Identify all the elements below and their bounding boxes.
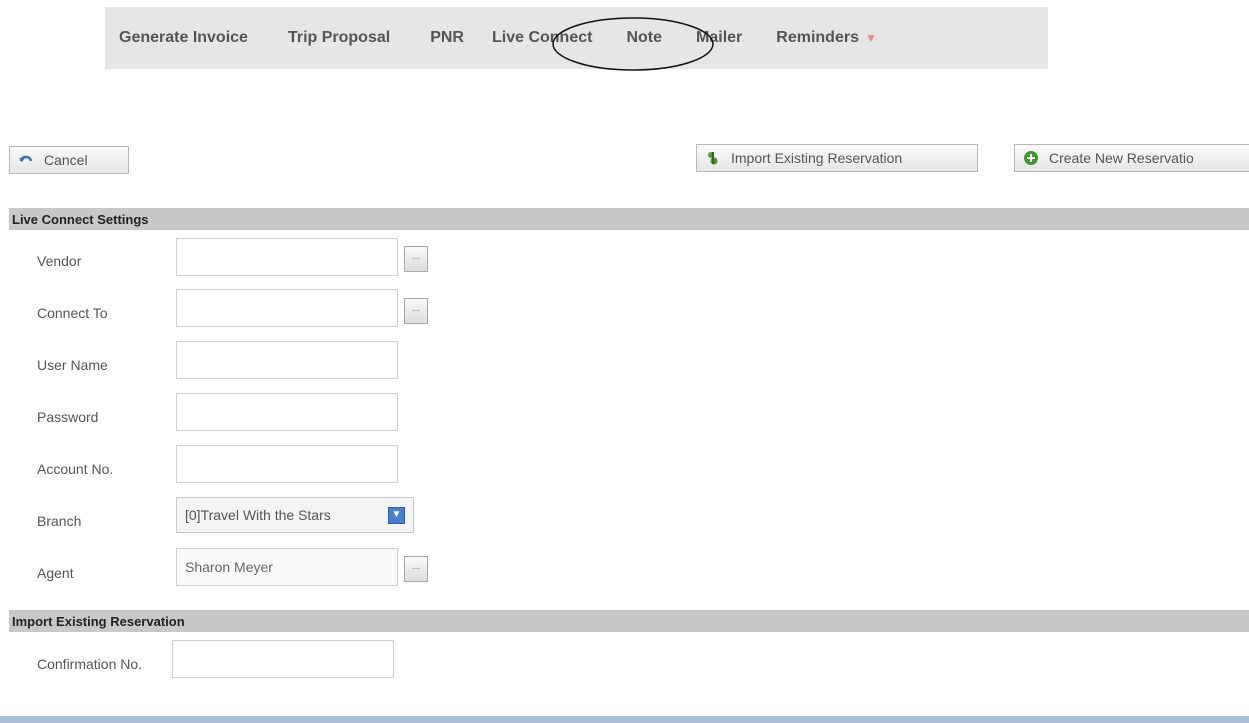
branch-selected-value: [0]Travel With the Stars [185, 507, 331, 523]
vendor-label: Vendor [37, 253, 82, 269]
confirmation-no-field[interactable] [172, 640, 394, 678]
tab-pnr[interactable]: PNR [404, 7, 478, 69]
add-circle-icon [1023, 150, 1039, 166]
password-label: Password [37, 409, 99, 425]
cancel-button[interactable]: Cancel [9, 146, 129, 174]
undo-icon [18, 152, 34, 168]
connect-to-label: Connect To [37, 305, 108, 321]
connect-to-field[interactable] [176, 289, 398, 327]
top-tab-bar: Generate Invoice Trip Proposal PNR Live … [105, 7, 1048, 69]
tab-note[interactable]: Note [606, 7, 676, 69]
branch-select[interactable]: [0]Travel With the Stars ▼ [176, 497, 414, 533]
chevron-down-icon: ▼ [864, 31, 877, 45]
import-icon [705, 150, 721, 166]
import-existing-reservation-header: Import Existing Reservation [9, 610, 1249, 632]
account-no-field[interactable] [176, 445, 398, 483]
agent-field[interactable] [176, 548, 398, 586]
branch-label: Branch [37, 513, 82, 529]
tab-generate-invoice[interactable]: Generate Invoice [105, 7, 262, 69]
create-new-reservation-button[interactable]: Create New Reservatio [1014, 144, 1249, 172]
tab-reminders-label: Reminders [776, 29, 859, 46]
tab-reminders[interactable]: Reminders ▼ [756, 7, 891, 69]
import-existing-reservation-button[interactable]: Import Existing Reservation [696, 144, 978, 172]
tab-mailer[interactable]: Mailer [676, 7, 756, 69]
create-button-label: Create New Reservatio [1049, 150, 1194, 166]
confirmation-no-label: Confirmation No. [37, 656, 143, 672]
agent-lookup-button[interactable]: ... [404, 556, 428, 582]
bottom-divider [0, 716, 1249, 723]
agent-label: Agent [37, 565, 74, 581]
password-field[interactable] [176, 393, 398, 431]
user-name-field[interactable] [176, 341, 398, 379]
cancel-button-label: Cancel [44, 152, 88, 168]
chevron-down-icon: ▼ [388, 507, 405, 524]
tab-trip-proposal[interactable]: Trip Proposal [262, 7, 404, 69]
live-connect-settings-header: Live Connect Settings [9, 208, 1249, 230]
account-no-label: Account No. [37, 461, 114, 477]
connect-to-lookup-button[interactable]: ... [404, 298, 428, 324]
vendor-field[interactable] [176, 238, 398, 276]
import-button-label: Import Existing Reservation [731, 150, 903, 166]
tab-live-connect[interactable]: Live Connect [478, 7, 606, 69]
vendor-lookup-button[interactable]: ... [404, 246, 428, 272]
user-name-label: User Name [37, 357, 108, 373]
